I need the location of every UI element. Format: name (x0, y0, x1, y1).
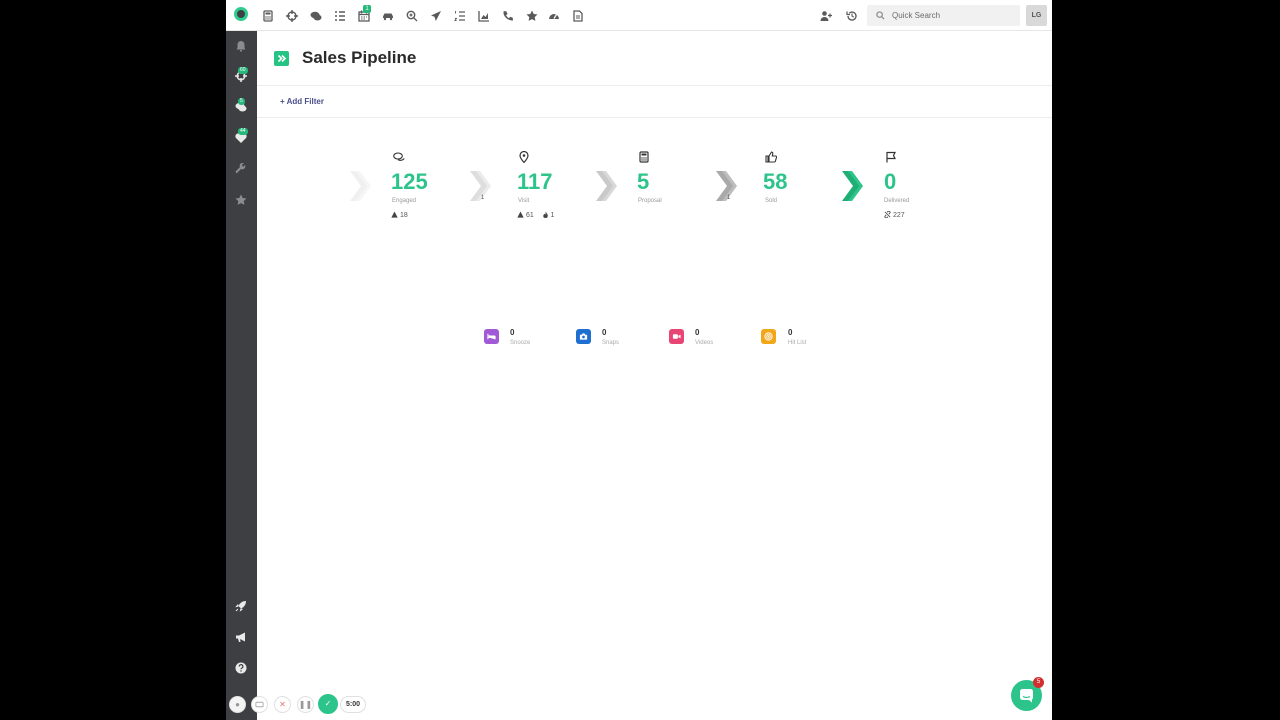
chat-icon[interactable] (309, 9, 323, 23)
screen-record-icon[interactable] (251, 696, 268, 713)
app-logo[interactable] (234, 7, 248, 21)
thumbs-up-icon (765, 151, 777, 163)
chat-icon (1020, 689, 1033, 703)
stage-visit-label: Visit (518, 198, 530, 204)
stage-sold-count[interactable]: 58 (763, 169, 787, 195)
warning-icon (517, 211, 524, 218)
stage-sold-label: Sold (765, 198, 778, 204)
top-bar: 1 Quick Search LG (226, 0, 1052, 31)
pipeline-arrow (716, 171, 737, 201)
chat-icon (393, 151, 405, 163)
cancel-recording-icon[interactable]: ✕ (274, 696, 291, 713)
app-window: 1 Quick Search LG 60 5 44 Sales Pipeline… (226, 0, 1052, 720)
search-icon (876, 11, 885, 20)
snooze-label: Snooze (510, 340, 531, 346)
history-icon[interactable] (845, 9, 859, 23)
snaps-label: Snaps (602, 340, 620, 346)
warning-count: 61 (525, 212, 534, 219)
page-header: Sales Pipeline (257, 31, 1052, 86)
stage-proposal-count[interactable]: 5 (637, 169, 649, 195)
stage-delivered-meta[interactable]: 227 (884, 210, 905, 219)
transition-count: 1 (481, 195, 485, 201)
chat-unread-badge: 5 (1033, 677, 1044, 688)
stage-delivered-count[interactable]: 0 (884, 169, 896, 195)
transition-count: 1 (727, 195, 731, 201)
user-menu-icon[interactable]: ● (229, 696, 246, 713)
add-user-icon[interactable] (819, 9, 833, 23)
flag-icon (885, 151, 897, 163)
star-icon[interactable] (235, 194, 247, 206)
warning-icon (391, 211, 398, 218)
user-avatar[interactable]: LG (1026, 5, 1047, 26)
hit-list-count[interactable]: 0 (788, 328, 792, 337)
page-title: Sales Pipeline (302, 48, 417, 67)
stage-engaged-count[interactable]: 125 (391, 169, 428, 195)
filter-bar: + Add Filter (257, 87, 1052, 118)
double-chevron-icon (274, 51, 289, 66)
car-icon[interactable] (381, 9, 395, 23)
snooze-count[interactable]: 0 (510, 328, 514, 337)
bed-icon[interactable] (484, 329, 499, 344)
messages-badge: 5 (238, 98, 245, 105)
quick-search[interactable] (867, 5, 1020, 26)
list-icon[interactable] (333, 9, 347, 23)
stage-visit-meta[interactable]: 61 1 (517, 211, 554, 219)
pipeline-arrow-active (842, 171, 863, 201)
snaps-count[interactable]: 0 (602, 328, 606, 337)
search-input[interactable] (892, 9, 1012, 22)
wrench-icon[interactable] (235, 163, 247, 175)
pipeline-arrow (350, 171, 371, 201)
favorites-badge: 44 (238, 128, 248, 135)
target-icon[interactable] (761, 329, 776, 344)
camera-icon[interactable] (576, 329, 591, 344)
ordered-list-icon[interactable] (453, 9, 467, 23)
phone-icon[interactable] (501, 9, 515, 23)
videos-label: Videos (695, 340, 714, 346)
megaphone-icon[interactable] (235, 631, 247, 643)
unlinked-count: 227 (892, 212, 905, 219)
calculator-icon[interactable] (261, 9, 275, 23)
location-icon (518, 151, 530, 163)
send-icon[interactable] (429, 9, 443, 23)
hit-list-label: Hit List (788, 340, 807, 346)
chart-icon[interactable] (477, 9, 491, 23)
rocket-icon[interactable] (235, 600, 247, 612)
dashboard-icon[interactable] (547, 9, 561, 23)
document-icon[interactable] (571, 9, 585, 23)
stage-delivered-label: Delivered (884, 198, 910, 204)
add-filter-button[interactable]: + Add Filter (280, 97, 324, 106)
warning-count: 18 (399, 212, 408, 219)
stage-engaged-warning[interactable]: 18 (391, 211, 408, 219)
recording-timer: 5:00 (340, 696, 366, 713)
star-icon[interactable] (525, 9, 539, 23)
bell-icon[interactable] (235, 40, 247, 52)
flame-icon (542, 211, 548, 218)
hot-count: 1 (550, 212, 555, 219)
calculator-icon (638, 151, 650, 163)
videos-count[interactable]: 0 (695, 328, 699, 337)
help-icon[interactable] (235, 662, 247, 674)
unlink-icon (884, 210, 891, 219)
pipeline-arrow (470, 171, 491, 201)
video-icon[interactable] (669, 329, 684, 344)
pipeline-arrow (596, 171, 617, 201)
stage-engaged-label: Engaged (392, 198, 417, 204)
calendar-badge: 1 (363, 5, 371, 13)
crosshair-icon[interactable] (285, 9, 299, 23)
pause-icon[interactable]: ❚❚ (297, 696, 314, 713)
zoom-icon[interactable] (405, 9, 419, 23)
sidebar: 60 5 44 (226, 31, 257, 720)
leads-badge: 60 (238, 67, 248, 74)
confirm-recording-icon[interactable]: ✓ (318, 694, 338, 714)
stage-visit-count[interactable]: 117 (517, 169, 553, 195)
stage-proposal-label: Proposal (638, 198, 662, 204)
